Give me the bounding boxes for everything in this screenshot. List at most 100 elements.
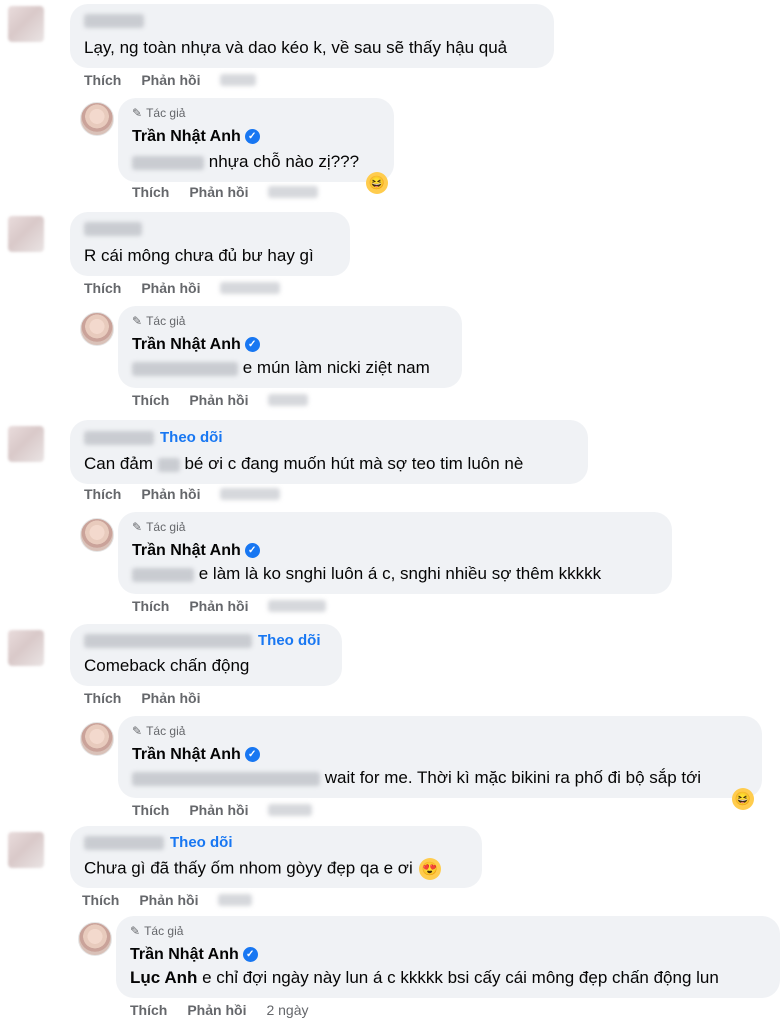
reply-button[interactable]: Phản hồi	[189, 598, 248, 614]
comment-actions: Thích Phản hồi	[84, 280, 281, 296]
author-tag: ✎ Tác giả	[132, 106, 186, 120]
pencil-icon: ✎	[132, 314, 143, 328]
comment-bubble: Theo dõi Comeback chấn động	[70, 624, 342, 686]
avatar[interactable]	[8, 630, 44, 666]
like-button[interactable]: Thích	[130, 1002, 167, 1018]
author-tag: ✎ Tác giả	[132, 314, 186, 328]
reply-time	[268, 394, 309, 406]
author-name[interactable]: Trần Nhật Anh ✓	[132, 746, 260, 764]
reply-text: e làm là ko snghi luôn á c, snghi nhiều …	[132, 564, 601, 584]
comment-bubble: Lạy, ng toàn nhựa và dao kéo k, về sau s…	[70, 4, 554, 68]
commenter-name: Theo dõi	[84, 429, 223, 446]
reply-button[interactable]: Phản hồi	[141, 486, 200, 502]
like-button[interactable]: Thích	[132, 392, 169, 408]
like-button[interactable]: Thích	[84, 486, 121, 502]
follow-button[interactable]: Theo dõi	[170, 834, 233, 851]
author-avatar[interactable]	[78, 922, 112, 956]
commenter-name[interactable]	[84, 12, 144, 30]
heart-eyes-emoji-icon: 😍	[418, 858, 441, 880]
comment-time	[220, 488, 281, 500]
reply-bubble: ✎ Tác giả Trần Nhật Anh ✓ Lục Anh e chỉ đợ…	[116, 916, 780, 998]
author-tag: ✎ Tác giả	[132, 520, 186, 534]
pencil-icon: ✎	[132, 724, 143, 738]
reply-text: wait for me. Thời kì mặc bikini ra phố đ…	[132, 768, 701, 788]
laughing-emoji-icon: 😆	[366, 172, 388, 194]
comment-text: R cái mông chưa đủ bư hay gì	[84, 246, 314, 265]
like-button[interactable]: Thích	[132, 184, 169, 200]
like-button[interactable]: Thích	[84, 280, 121, 296]
comment-time	[218, 894, 253, 906]
comment-actions: Thích Phản hồi	[84, 72, 257, 88]
reply-button[interactable]: Phản hồi	[139, 892, 198, 908]
reply-button[interactable]: Phản hồi	[141, 280, 200, 296]
comment-bubble: Theo dõi Can đảm bé ơi c đang muốn hút m…	[70, 420, 588, 484]
comment-actions: Thích Phản hồi	[82, 892, 253, 908]
reply-actions: Thích Phản hồi	[132, 598, 327, 614]
avatar[interactable]	[8, 216, 44, 252]
reply-text: e mún làm nicki ziệt nam	[132, 358, 430, 378]
reply-text: Lục Anh e chỉ đợi ngày này lun á c kkkkk…	[130, 968, 719, 987]
verified-badge-icon: ✓	[242, 947, 258, 963]
verified-badge-icon: ✓	[244, 129, 260, 145]
comment-actions: Thích Phản hồi	[84, 486, 281, 502]
reply-text: nhựa chỗ nào zị???	[132, 152, 359, 172]
reply-bubble: ✎ Tác giả Trần Nhật Anh ✓ e mún làm nicki …	[118, 306, 462, 388]
laughing-emoji-icon: 😆	[732, 788, 754, 810]
like-button[interactable]: Thích	[132, 802, 169, 818]
author-tag: ✎ Tác giả	[130, 924, 184, 938]
follow-button[interactable]: Theo dõi	[160, 429, 223, 446]
commenter-name[interactable]	[84, 220, 142, 238]
comment-bubble: R cái mông chưa đủ bư hay gì	[70, 212, 350, 276]
comment-text: Comeback chấn động	[84, 656, 250, 675]
reply-time	[268, 600, 327, 612]
comment-text: Lạy, ng toàn nhựa và dao kéo k, về sau s…	[84, 38, 508, 57]
author-name[interactable]: Trần Nhật Anh ✓	[130, 946, 258, 964]
like-button[interactable]: Thích	[84, 690, 121, 706]
reply-time	[268, 186, 319, 198]
follow-button[interactable]: Theo dõi	[258, 632, 321, 649]
comment-text: Chưa gì đã thấy ốm nhom gòyy đẹp qa e ơi…	[84, 858, 441, 880]
reply-actions: Thích Phản hồi	[132, 392, 309, 408]
reply-actions: Thích Phản hồi	[132, 802, 313, 818]
reply-actions: Thích Phản hồi 2 ngày	[130, 1002, 309, 1018]
reply-time: 2 ngày	[266, 1002, 309, 1018]
avatar[interactable]	[8, 6, 44, 42]
author-avatar[interactable]	[80, 722, 114, 756]
verified-badge-icon: ✓	[244, 337, 260, 353]
like-button[interactable]: Thích	[84, 72, 121, 88]
verified-badge-icon: ✓	[244, 747, 260, 763]
reply-bubble: ✎ Tác giả Trần Nhật Anh ✓ wait for me. Thờ…	[118, 716, 762, 798]
pencil-icon: ✎	[130, 924, 141, 938]
commenter-name: Theo dõi	[84, 632, 321, 649]
reply-button[interactable]: Phản hồi	[187, 1002, 246, 1018]
reply-bubble: ✎ Tác giả Trần Nhật Anh ✓ nhựa chỗ nào zị?…	[118, 98, 394, 182]
like-button[interactable]: Thích	[132, 598, 169, 614]
comment-time	[220, 282, 281, 294]
author-avatar[interactable]	[80, 102, 114, 136]
reply-bubble: ✎ Tác giả Trần Nhật Anh ✓ e làm là ko sngh…	[118, 512, 672, 594]
reply-button[interactable]: Phản hồi	[189, 184, 248, 200]
author-name[interactable]: Trần Nhật Anh ✓	[132, 542, 260, 560]
reply-button[interactable]: Phản hồi	[189, 802, 248, 818]
reply-time	[268, 804, 313, 816]
pencil-icon: ✎	[132, 520, 143, 534]
author-name[interactable]: Trần Nhật Anh ✓	[132, 336, 260, 354]
commenter-name: Theo dõi	[84, 834, 233, 851]
author-name[interactable]: Trần Nhật Anh ✓	[132, 128, 260, 146]
avatar[interactable]	[8, 426, 44, 462]
verified-badge-icon: ✓	[244, 543, 260, 559]
author-tag: ✎ Tác giả	[132, 724, 186, 738]
mention-link[interactable]: Lục Anh	[130, 968, 197, 987]
like-button[interactable]: Thích	[82, 892, 119, 908]
comment-time	[220, 74, 257, 86]
comment-text: Can đảm bé ơi c đang muốn hút mà sợ teo …	[84, 454, 524, 473]
avatar[interactable]	[8, 832, 44, 868]
comment-bubble: Theo dõi Chưa gì đã thấy ốm nhom gòyy đẹ…	[70, 826, 482, 888]
author-avatar[interactable]	[80, 312, 114, 346]
reply-button[interactable]: Phản hồi	[189, 392, 248, 408]
author-avatar[interactable]	[80, 518, 114, 552]
comment-actions: Thích Phản hồi	[84, 690, 200, 706]
reply-button[interactable]: Phản hồi	[141, 690, 200, 706]
reply-button[interactable]: Phản hồi	[141, 72, 200, 88]
reply-actions: Thích Phản hồi	[132, 184, 319, 200]
